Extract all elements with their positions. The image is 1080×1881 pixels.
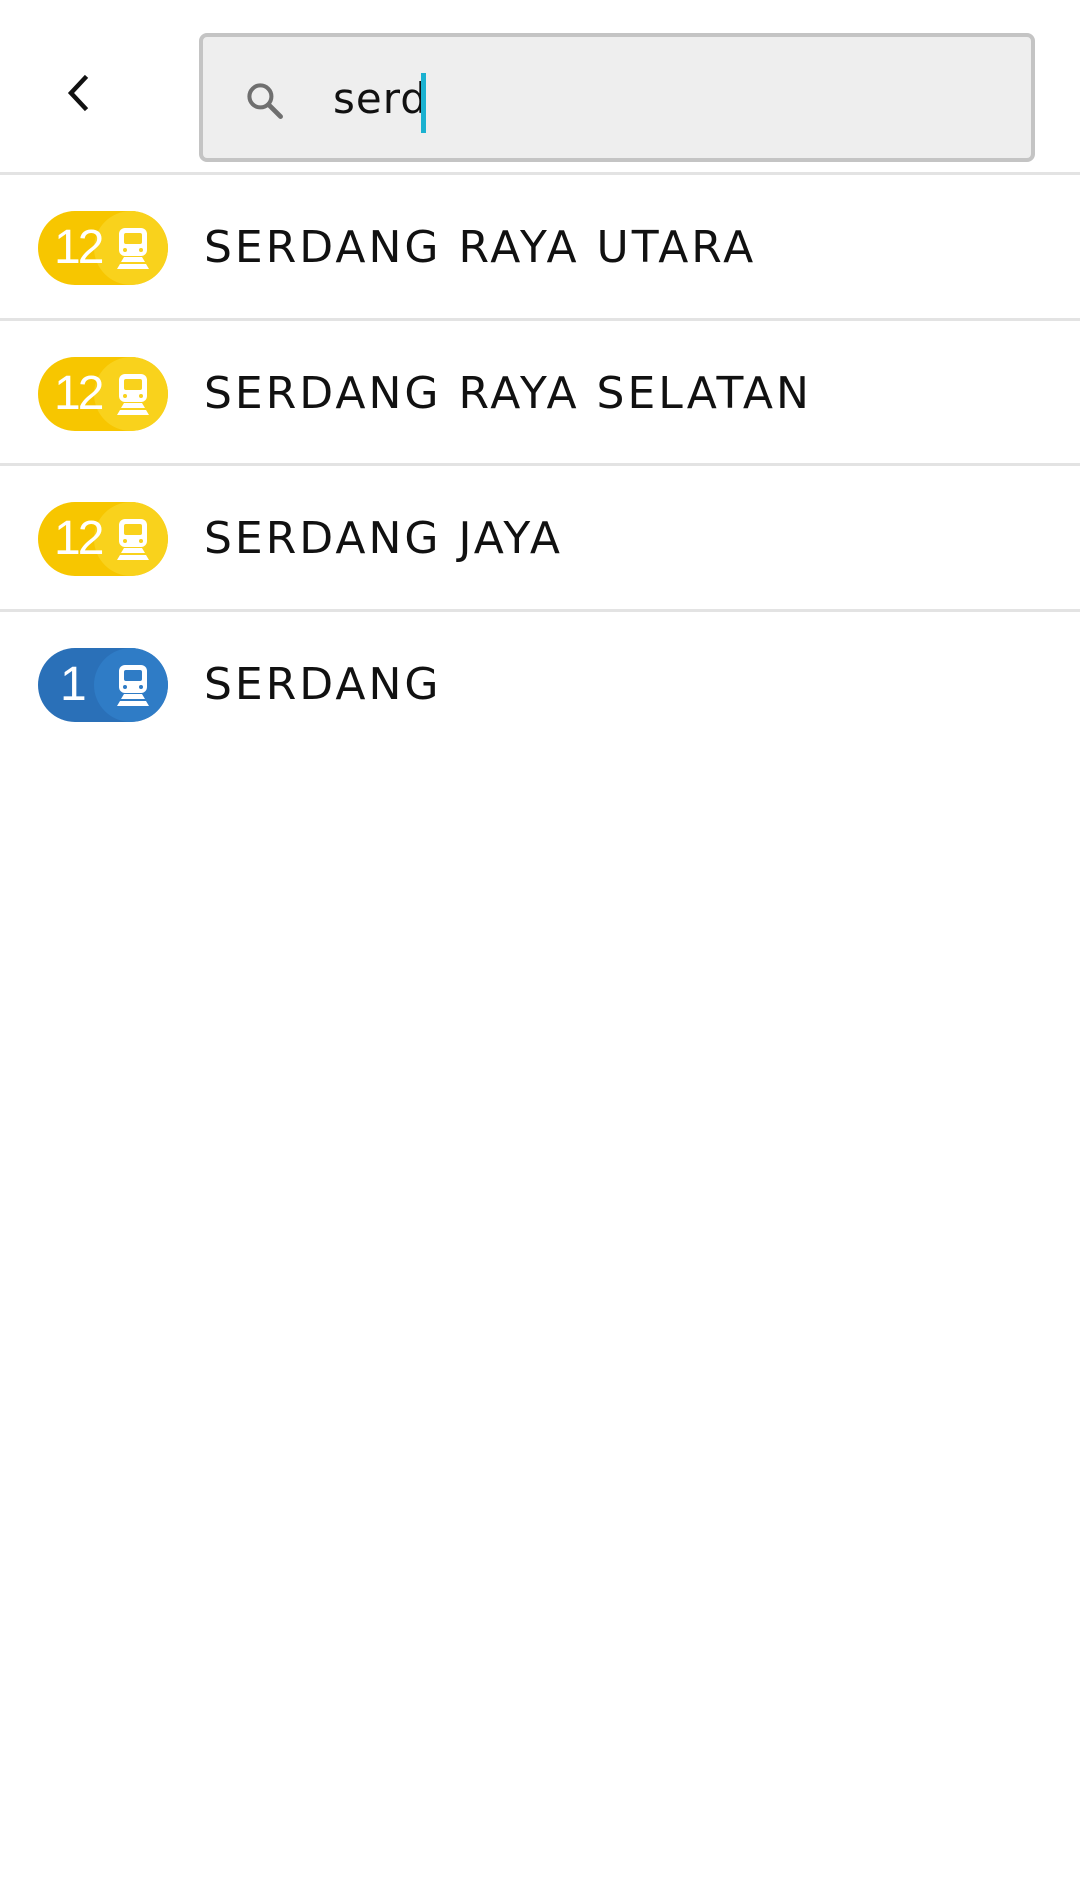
search-results-list: 12 SERDANG RAYA UTARA 12 SERDANG RAYA SE… bbox=[0, 175, 1080, 757]
line-badge: 12 bbox=[38, 356, 168, 431]
list-item[interactable]: 12 SERDANG RAYA SELATAN bbox=[0, 321, 1080, 466]
line-badge: 12 bbox=[38, 211, 168, 285]
line-number: 12 bbox=[54, 512, 104, 565]
train-icon bbox=[117, 228, 149, 269]
search-icon bbox=[247, 83, 283, 119]
text-cursor bbox=[421, 73, 426, 133]
line-badge: 1 bbox=[38, 647, 168, 722]
train-icon bbox=[117, 373, 149, 415]
line-number: 12 bbox=[54, 221, 104, 274]
search-box[interactable] bbox=[199, 33, 1035, 162]
list-item[interactable]: 12 SERDANG JAYA bbox=[0, 466, 1080, 612]
station-name: SERDANG bbox=[204, 658, 442, 710]
list-item[interactable]: 1 SERDANG bbox=[0, 612, 1080, 758]
line-number: 1 bbox=[60, 657, 87, 711]
back-button[interactable] bbox=[46, 61, 110, 125]
list-item[interactable]: 12 SERDANG RAYA UTARA bbox=[0, 175, 1080, 321]
search-header bbox=[0, 0, 1080, 175]
chevron-left-icon bbox=[67, 74, 89, 112]
train-icon bbox=[117, 519, 149, 560]
line-number: 12 bbox=[54, 366, 104, 420]
search-input[interactable] bbox=[333, 65, 953, 131]
station-name: SERDANG RAYA UTARA bbox=[204, 222, 757, 273]
train-icon bbox=[117, 664, 149, 706]
line-badge: 12 bbox=[38, 502, 168, 576]
station-name: SERDANG RAYA SELATAN bbox=[204, 367, 812, 419]
station-name: SERDANG JAYA bbox=[204, 513, 563, 564]
